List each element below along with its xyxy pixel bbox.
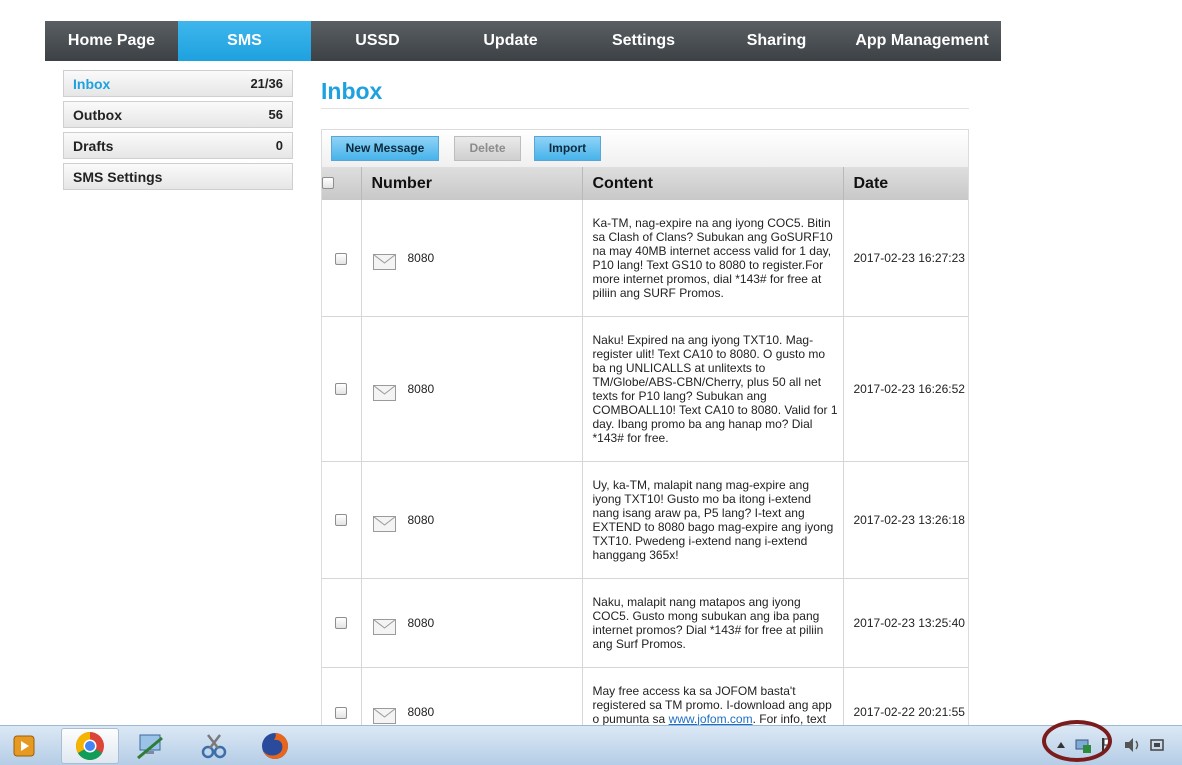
import-button[interactable]: Import (534, 136, 601, 161)
message-text-after-link: . For info, text (752, 711, 826, 726)
sidebar-item-count: 21/36 (250, 76, 283, 91)
title-divider (321, 108, 969, 109)
table-row[interactable]: 8080 Naku, malapit nang matapos ang iyon… (322, 578, 968, 668)
nav-ussd[interactable]: USSD (311, 21, 444, 61)
table-row[interactable]: 8080 Ka-TM, nag-expire na ang iyong COC5… (322, 200, 968, 317)
row-checkbox[interactable] (335, 252, 348, 265)
taskbar-chrome[interactable] (61, 728, 119, 764)
nav-sms[interactable]: SMS (178, 21, 311, 61)
taskbar-network-app[interactable] (122, 728, 178, 764)
sender-number: 8080 (407, 250, 435, 265)
column-header-number[interactable]: Number (361, 167, 583, 200)
sms-sidebar: Inbox 21/36 Outbox 56 Drafts 0 SMS Setti… (63, 70, 293, 194)
number-cell: 8080 (361, 200, 583, 317)
nav-home-page[interactable]: Home Page (45, 21, 178, 61)
column-header-date[interactable]: Date (843, 167, 968, 200)
table-row[interactable]: 8080 Uy, ka-TM, malapit nang mag-expire … (322, 461, 968, 579)
row-checkbox-cell (322, 461, 362, 579)
row-checkbox[interactable] (335, 383, 348, 396)
message-date: 2017-02-23 13:26:18 (843, 461, 968, 579)
envelope-icon (372, 618, 396, 635)
row-checkbox[interactable] (335, 514, 348, 527)
sender-number: 8080 (407, 705, 435, 719)
sidebar-item-inbox[interactable]: Inbox 21/36 (63, 70, 293, 97)
envelope-icon (372, 384, 396, 401)
inbox-panel: New Message Delete Import Number Content… (321, 129, 969, 729)
page-title: Inbox (321, 78, 383, 104)
number-cell: 8080 (361, 316, 583, 462)
number-cell: 8080 (361, 667, 583, 729)
message-table: Number Content Date 8080 Ka-TM, nag-expi… (322, 167, 968, 729)
table-header-row: Number Content Date (322, 167, 968, 200)
snipping-tool-icon (201, 734, 227, 759)
table-row[interactable]: 8080 Naku! Expired na ang iyong TXT10. M… (322, 316, 968, 462)
message-content: May free access ka sa JOFOM basta't regi… (582, 667, 844, 729)
inbox-toolbar: New Message Delete Import (322, 130, 968, 167)
nav-settings[interactable]: Settings (577, 21, 710, 61)
nav-sharing[interactable]: Sharing (710, 21, 843, 61)
message-content: Ka-TM, nag-expire na ang iyong COC5. Bit… (582, 200, 844, 317)
message-content: Naku, malapit nang matapos ang iyong COC… (582, 578, 844, 668)
sidebar-item-sms-settings[interactable]: SMS Settings (63, 163, 293, 190)
main-nav: Home Page SMS USSD Update Settings Shari… (45, 21, 1001, 61)
highlight-annotation-circle (1042, 720, 1112, 762)
delete-button[interactable]: Delete (454, 136, 521, 161)
firefox-icon (262, 733, 288, 759)
media-player-icon (13, 735, 35, 757)
power-status-icon[interactable] (1149, 737, 1167, 753)
sidebar-item-label: Inbox (73, 75, 111, 92)
sidebar-item-count: 0 (275, 138, 283, 153)
sidebar-item-outbox[interactable]: Outbox 56 (63, 101, 293, 128)
envelope-icon (372, 253, 396, 270)
chrome-icon (76, 732, 104, 760)
select-all-cell (322, 167, 362, 200)
message-content: Uy, ka-TM, malapit nang mag-expire ang i… (582, 461, 844, 579)
message-date: 2017-02-23 13:25:40 (843, 578, 968, 668)
nav-update[interactable]: Update (444, 21, 577, 61)
sidebar-item-label: SMS Settings (73, 168, 163, 185)
envelope-icon (372, 708, 396, 724)
sender-number: 8080 (407, 381, 435, 396)
jofom-link[interactable]: www.jofom.com (669, 712, 753, 726)
taskbar-firefox[interactable] (247, 728, 303, 764)
number-cell: 8080 (361, 578, 583, 668)
message-date: 2017-02-23 16:26:52 (843, 316, 968, 462)
sidebar-item-drafts[interactable]: Drafts 0 (63, 132, 293, 159)
row-checkbox[interactable] (335, 706, 348, 719)
number-cell: 8080 (361, 461, 583, 579)
row-checkbox-cell (322, 667, 362, 729)
row-checkbox[interactable] (335, 617, 348, 630)
envelope-icon (372, 515, 396, 532)
sidebar-item-count: 56 (268, 107, 283, 122)
row-checkbox-cell (322, 578, 362, 668)
nav-app-management[interactable]: App Management (843, 21, 1001, 61)
sidebar-item-label: Outbox (73, 106, 122, 123)
taskbar-media-player[interactable] (2, 728, 46, 764)
table-row[interactable]: 8080 May free access ka sa JOFOM basta't… (322, 667, 968, 729)
windows-taskbar (0, 725, 1182, 765)
column-header-content[interactable]: Content (582, 167, 844, 200)
network-connect-icon (137, 734, 163, 760)
message-content: Naku! Expired na ang iyong TXT10. Mag-re… (582, 316, 844, 462)
sidebar-item-label: Drafts (73, 137, 114, 154)
message-date: 2017-02-22 20:21:55 (843, 667, 968, 729)
sender-number: 8080 (407, 615, 435, 630)
row-checkbox-cell (322, 200, 362, 317)
sender-number: 8080 (407, 512, 435, 527)
new-message-button[interactable]: New Message (331, 136, 439, 161)
taskbar-snipping-tool[interactable] (186, 728, 242, 764)
select-all-checkbox[interactable] (322, 177, 334, 190)
message-date: 2017-02-23 16:27:23 (843, 200, 968, 317)
volume-icon[interactable] (1124, 737, 1142, 753)
row-checkbox-cell (322, 316, 362, 462)
